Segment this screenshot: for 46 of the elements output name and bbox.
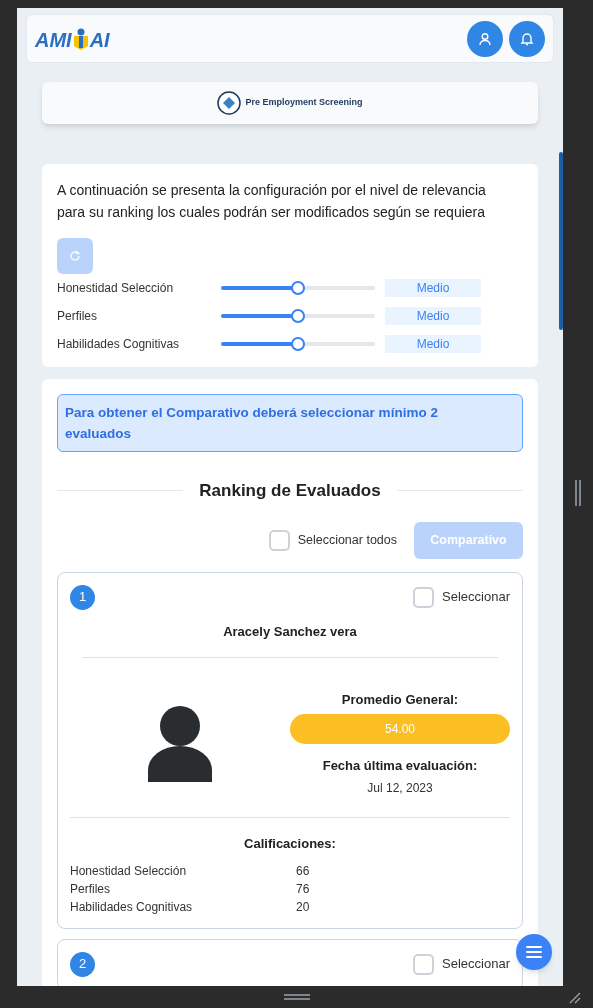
select-label: Seleccionar <box>442 588 510 607</box>
criterion-label: Honestidad Selección <box>57 280 175 297</box>
relevance-value: Medio <box>385 279 481 297</box>
checkbox[interactable] <box>413 586 435 608</box>
person-icon <box>148 705 212 782</box>
relevance-value: Medio <box>385 307 481 325</box>
candidate-name: Aracely Sanchez vera <box>222 622 358 641</box>
checkbox[interactable] <box>413 953 435 975</box>
notifications-button[interactable] <box>509 20 545 57</box>
bell-icon <box>520 31 534 46</box>
slider-thumb[interactable] <box>291 281 305 295</box>
notice-banner: Para obtener el Comparativo deberá seleccionar mínimo 2 evaluados <box>57 394 523 452</box>
evaluation-date: Jul 12, 2023 <box>367 780 433 797</box>
resize-grip-icon <box>575 480 581 506</box>
drag-handle-icon <box>283 994 310 1000</box>
resize-corner-icon <box>569 992 581 1004</box>
rank-badge: 1 <box>70 584 95 610</box>
criterion-label: Habilidades Cognitivas <box>57 336 181 353</box>
average-label: Promedio General: <box>341 691 459 709</box>
checkbox[interactable] <box>268 529 290 551</box>
menu-button[interactable] <box>516 934 552 970</box>
slider-thumb[interactable] <box>291 337 305 351</box>
grade-value: 76 <box>296 880 310 898</box>
grade-label: Habilidades Cognitivas <box>70 898 194 916</box>
rank-badge: 2 <box>70 951 95 977</box>
grade-value: 20 <box>296 898 310 916</box>
figure-icon <box>73 27 88 50</box>
criterion-label: Perfiles <box>57 308 98 325</box>
config-intro: A continuación se presenta la configuración por el nivel de relevancia para su ranking los cuales podrán ser modificados según se requiera <box>57 181 487 222</box>
grade-label: Honestidad Selección <box>70 862 188 880</box>
slider-thumb[interactable] <box>291 309 305 323</box>
logo: AMI AI <box>35 27 110 50</box>
select-all-label: Seleccionar todos <box>297 531 397 549</box>
user-icon <box>478 31 492 46</box>
refresh-icon <box>69 250 81 262</box>
relevance-value: Medio <box>385 335 481 353</box>
average-score-bar: 54.00 <box>290 713 510 744</box>
grade-label: Perfiles <box>70 880 111 898</box>
module-title: Pre Employment Screening <box>245 96 363 110</box>
grade-value: 66 <box>296 862 310 880</box>
select-label: Seleccionar <box>442 955 510 974</box>
ranking-title: Ranking de Evaluados <box>199 480 381 502</box>
date-label: Fecha última evaluación: <box>322 756 478 775</box>
profile-button[interactable] <box>467 20 503 57</box>
menu-icon <box>525 945 543 959</box>
grades-label: Calificaciones: <box>243 835 337 853</box>
